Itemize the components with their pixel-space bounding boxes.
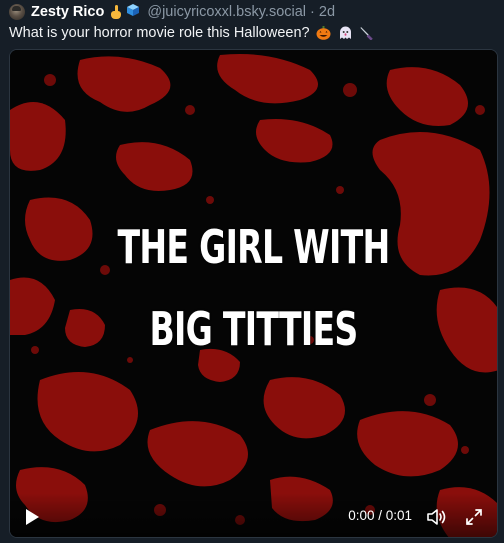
author-display-name[interactable]: Zesty Rico: [31, 4, 104, 20]
post-header: Zesty Rico @juicyricoxxl.bsky.social · 2…: [9, 3, 335, 21]
knife-icon: [360, 27, 373, 40]
cube-icon: [126, 3, 140, 21]
video-controls: 0:00 / 0:01: [10, 493, 497, 537]
play-icon[interactable]: [24, 508, 40, 526]
pointing-up-icon: [110, 5, 122, 19]
overlay-title-line-2: BIG TITTIES: [149, 302, 358, 356]
post: Zesty Rico @juicyricoxxl.bsky.social · 2…: [0, 0, 504, 543]
fullscreen-icon[interactable]: [465, 508, 483, 526]
volume-icon[interactable]: [427, 508, 447, 526]
avatar[interactable]: [9, 4, 25, 20]
jack-o-lantern-icon: [316, 26, 331, 40]
blood-splatter-background: [10, 50, 497, 537]
separator-dot: ·: [310, 4, 315, 20]
post-text: What is your horror movie role this Hall…: [9, 25, 310, 41]
author-handle[interactable]: @juicyricoxxl.bsky.social: [147, 4, 306, 20]
ghost-icon: [339, 26, 351, 39]
overlay-title-line-1: THE GIRL WITH: [117, 220, 391, 274]
post-text-row: What is your horror movie role this Hall…: [9, 25, 374, 41]
video-player[interactable]: THE GIRL WITH BIG TITTIES 0:00 / 0:01: [9, 49, 498, 538]
post-timestamp[interactable]: 2d: [319, 4, 335, 20]
video-time: 0:00 / 0:01: [348, 508, 412, 523]
